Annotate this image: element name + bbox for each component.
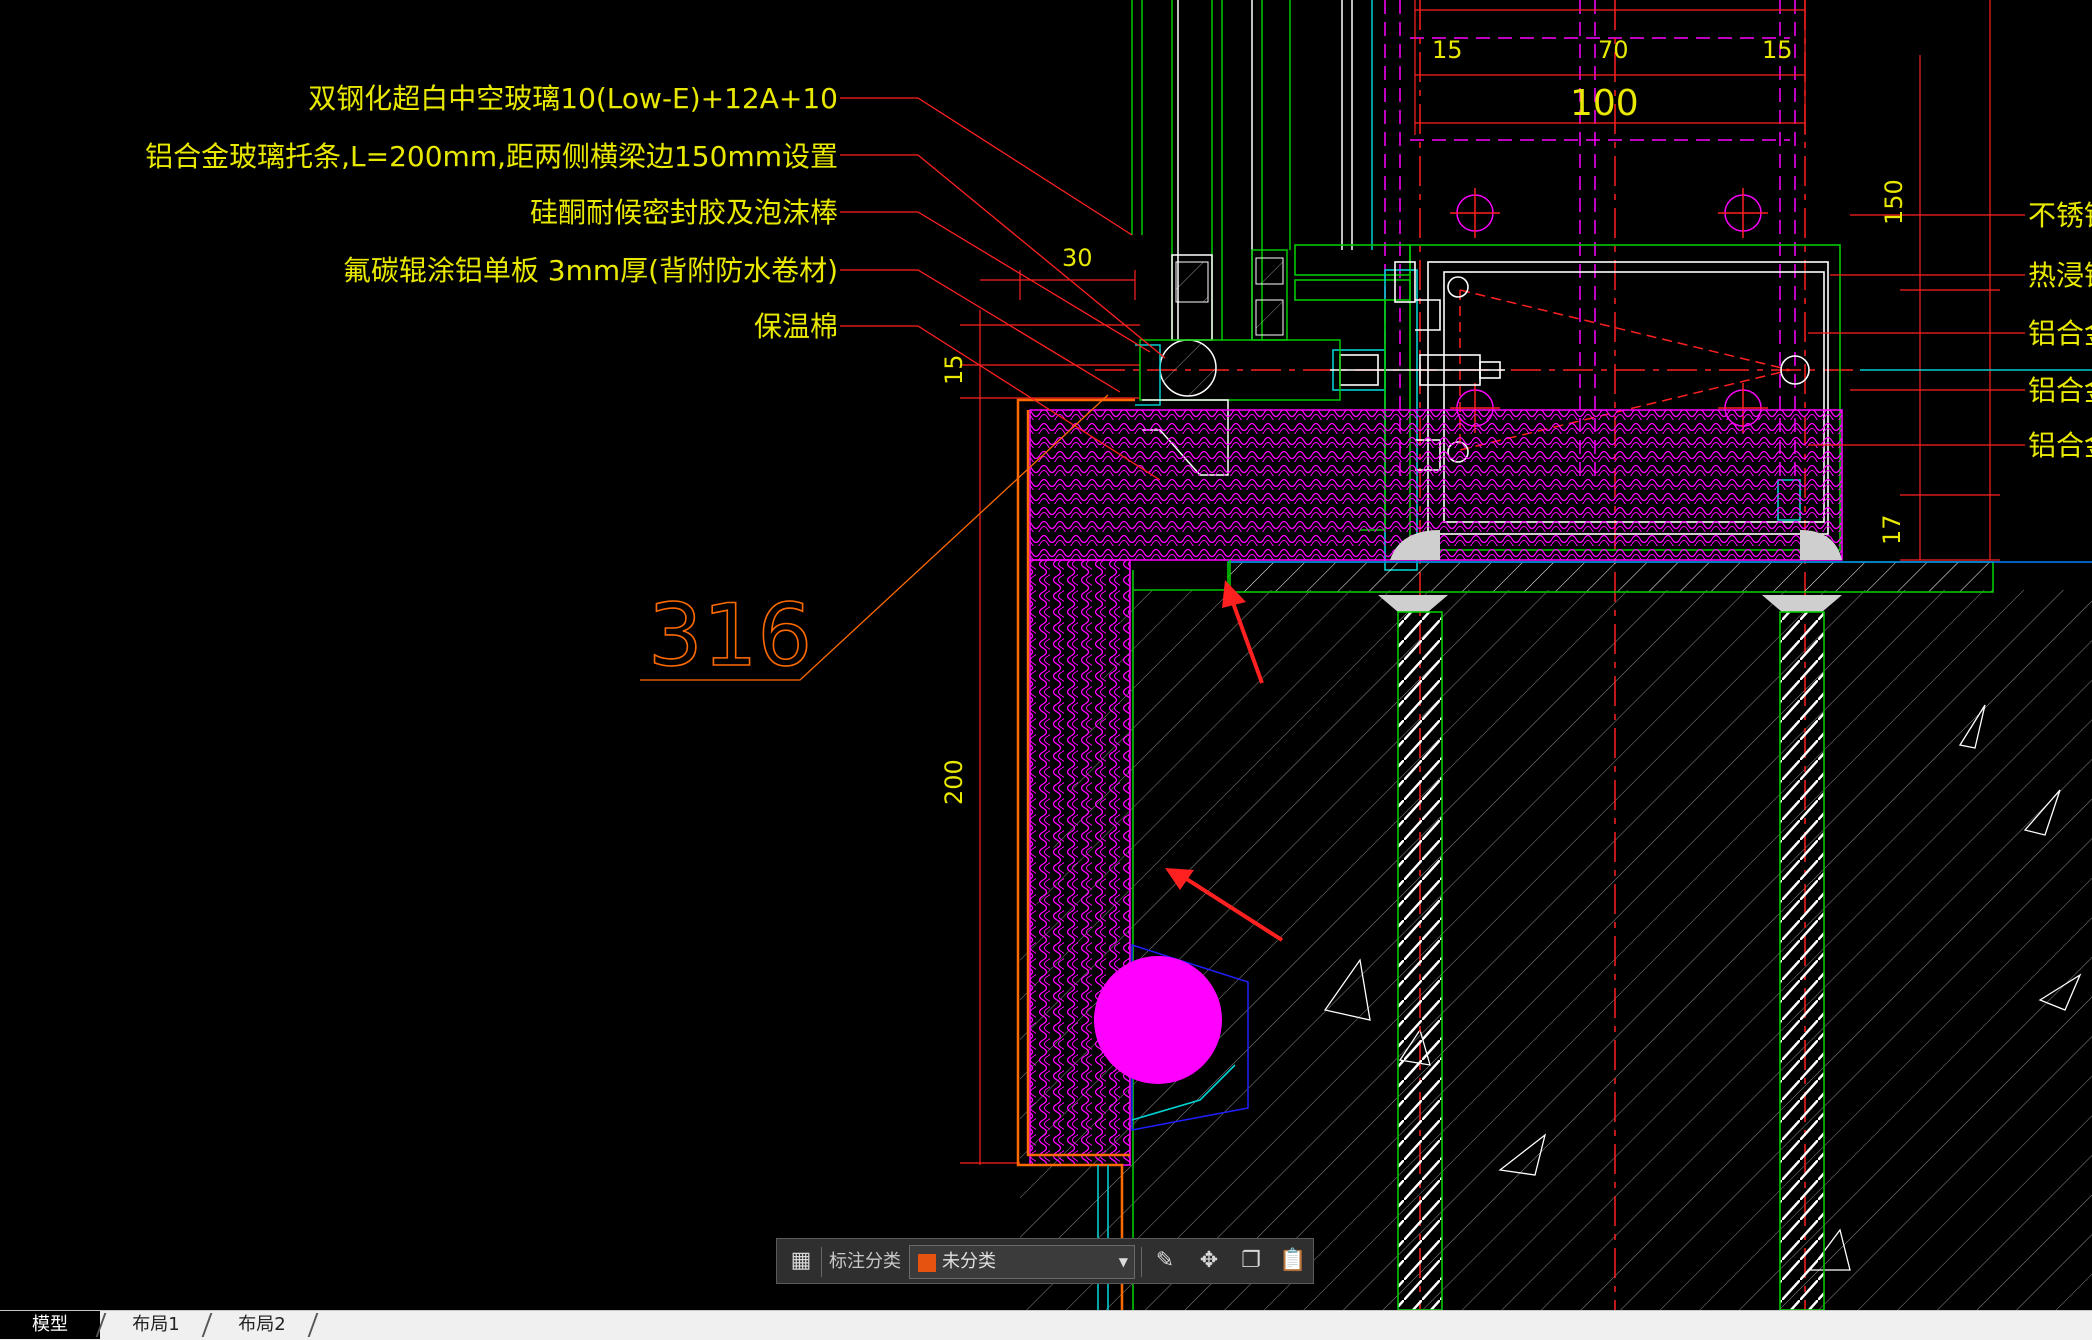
dim-30: 30 <box>1062 244 1093 272</box>
dim-15-vertical: 15 <box>940 354 968 385</box>
label-316: 316 <box>648 586 812 686</box>
annotation-toolbar: ▦ 标注分类 未分类 ▼ ✎ ✥ ❐ 📋 <box>776 1238 1314 1284</box>
tab-layout1[interactable]: 布局1 <box>106 1311 206 1339</box>
category-value: 未分类 <box>942 1251 996 1272</box>
right-callout-2: 热浸镀锌 <box>2028 259 2092 292</box>
callout-insulation: 保温棉 <box>754 310 838 343</box>
callout-glass-support: 铝合金玻璃托条,L=200mm,距两侧横梁边150mm设置 <box>145 140 838 173</box>
move-icon[interactable]: ✥ <box>1195 1247 1223 1275</box>
copy-icon[interactable]: ❐ <box>1237 1247 1265 1275</box>
category-color-swatch <box>918 1254 936 1272</box>
concrete-hatch <box>1020 590 2092 1310</box>
edit-icon[interactable]: ✎ <box>1151 1247 1179 1275</box>
toolbar-divider <box>1141 1247 1142 1277</box>
magenta-marker <box>1094 956 1222 1084</box>
callout-glass: 双钢化超白中空玻璃10(Low-E)+12A+10 <box>308 82 838 115</box>
dim-17: 17 <box>1878 514 1906 545</box>
dim-15-right: 15 <box>1762 36 1793 64</box>
grid-icon[interactable]: ▦ <box>787 1247 815 1275</box>
right-callout-3: 铝合金 <box>2028 317 2092 350</box>
dim-200: 200 <box>940 759 968 805</box>
dim-150: 150 <box>1880 179 1908 225</box>
callout-aluminium-panel: 氟碳辊涂铝单板 3mm厚(背附防水卷材) <box>343 254 838 287</box>
dim-15-left: 15 <box>1432 36 1463 64</box>
category-label: 标注分类 <box>829 1251 901 1272</box>
dim-70: 70 <box>1598 36 1629 64</box>
dim-100: 100 <box>1570 83 1639 124</box>
cad-drawing-canvas[interactable]: 双钢化超白中空玻璃10(Low-E)+12A+10 铝合金玻璃托条,L=200m… <box>0 0 2092 1310</box>
right-callout-texts: 不锈钢螺 热浸镀锌 铝合金 铝合金横 铝合金横 <box>2028 199 2092 462</box>
right-callout-1: 不锈钢螺 <box>2028 199 2092 232</box>
right-callout-5: 铝合金横 <box>2028 429 2092 462</box>
right-callout-4: 铝合金横 <box>2028 374 2092 407</box>
paste-icon[interactable]: 📋 <box>1279 1247 1307 1275</box>
bolt-circles <box>1450 188 1768 433</box>
layout-tab-bar: 模型 布局1 布局2 <box>0 1310 2092 1340</box>
callout-texts: 双钢化超白中空玻璃10(Low-E)+12A+10 铝合金玻璃托条,L=200m… <box>145 82 838 343</box>
tab-model[interactable]: 模型 <box>0 1311 100 1339</box>
toolbar-divider <box>821 1247 822 1277</box>
category-select[interactable]: 未分类 ▼ <box>909 1245 1135 1279</box>
chevron-down-icon: ▼ <box>1118 1255 1128 1269</box>
tab-layout2[interactable]: 布局2 <box>212 1311 312 1339</box>
callout-sealant: 硅酮耐候密封胶及泡沫棒 <box>530 196 838 229</box>
